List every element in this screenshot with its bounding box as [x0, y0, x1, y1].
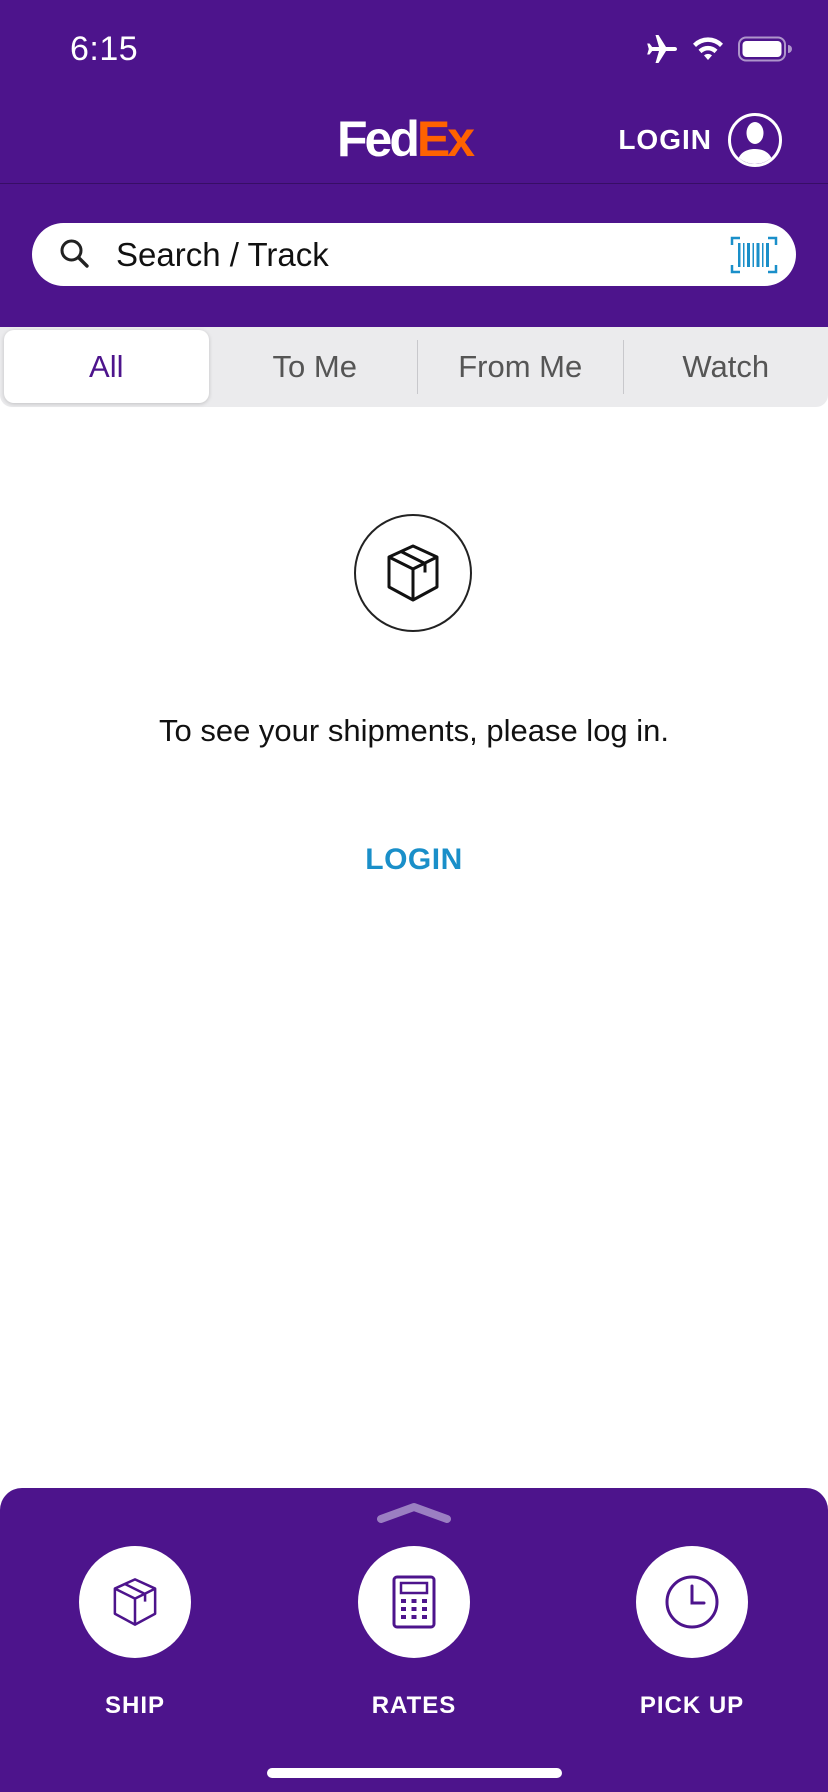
avatar-icon	[728, 113, 782, 167]
tab-from-me[interactable]: From Me	[418, 327, 623, 407]
login-link[interactable]: LOGIN	[0, 843, 828, 877]
search-bar[interactable]	[32, 223, 796, 286]
rates-button[interactable]: RATES	[334, 1546, 494, 1720]
header-login-button[interactable]: LOGIN	[618, 113, 782, 167]
tab-from-me-label: From Me	[458, 349, 583, 384]
calculator-icon	[358, 1546, 470, 1658]
rates-label: RATES	[371, 1692, 457, 1719]
battery-icon	[738, 36, 792, 67]
nav-divider	[0, 183, 828, 184]
search-input[interactable]	[116, 223, 656, 286]
clock-icon	[636, 1546, 748, 1658]
airplane-icon	[646, 34, 678, 69]
logo-ex: Ex	[416, 111, 475, 167]
tab-to-me[interactable]: To Me	[213, 327, 418, 407]
home-indicator[interactable]	[267, 1768, 562, 1778]
tab-to-me-label: To Me	[272, 349, 357, 384]
tab-watch[interactable]: Watch	[624, 327, 828, 407]
logo-fed: Fed	[337, 111, 420, 167]
fedex-logo: FedEx	[337, 111, 475, 167]
search-icon	[58, 237, 92, 276]
ship-button[interactable]: SHIP	[55, 1546, 215, 1720]
chevron-up-icon[interactable]	[376, 1498, 452, 1529]
status-time: 6:15	[70, 30, 139, 68]
ship-label: SHIP	[104, 1692, 165, 1719]
tab-all[interactable]: All	[4, 330, 209, 403]
app-header: 6:15 FedEx LOGIN	[0, 0, 828, 327]
tab-all-label: All	[89, 348, 124, 384]
package-icon	[79, 1546, 191, 1658]
pickup-label: PICK UP	[639, 1692, 745, 1719]
wifi-icon	[692, 36, 724, 67]
tab-watch-label: Watch	[682, 349, 770, 384]
shipment-filter-tabs: All To Me From Me Watch	[0, 327, 828, 407]
barcode-scan-icon[interactable]	[730, 236, 778, 279]
pickup-button[interactable]: PICK UP	[612, 1546, 772, 1720]
header-login-label: LOGIN	[618, 124, 712, 155]
status-icons	[646, 34, 792, 69]
empty-state-package-icon	[354, 514, 472, 632]
bottom-action-panel: SHIP RATES PICK UP	[0, 1488, 828, 1792]
empty-state-message: To see your shipments, please log in.	[158, 713, 670, 748]
